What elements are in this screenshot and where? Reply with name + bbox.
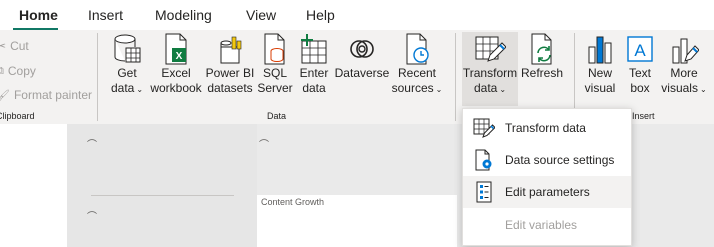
- text-box-label-1: Text: [628, 66, 651, 80]
- data-source-settings-icon: [473, 149, 495, 171]
- svg-text:X: X: [176, 51, 183, 62]
- text-box-button[interactable]: A Text box: [622, 32, 658, 108]
- new-visual-label-2: visual: [584, 81, 616, 95]
- menu-item-label: Transform data: [505, 121, 586, 135]
- tab-home[interactable]: Home: [19, 7, 58, 23]
- edit-parameters-icon: [473, 181, 495, 203]
- cut-button[interactable]: ✂ Cut: [0, 37, 29, 55]
- data-group-label: Data: [267, 111, 287, 121]
- clipboard-group-label: Clipboard: [0, 111, 35, 121]
- pbi-label-2: datasets: [207, 81, 253, 95]
- copy-icon: ⧉: [0, 65, 4, 78]
- copy-button[interactable]: ⧉ Copy: [0, 62, 36, 80]
- group-separator: [97, 33, 98, 121]
- panel-divider: [91, 195, 234, 196]
- power-bi-datasets-icon: [213, 32, 247, 66]
- get-data-button[interactable]: Get data ⌄: [108, 32, 146, 108]
- transform-data-button[interactable]: Transform data ⌄: [462, 32, 518, 106]
- dataverse-icon: [345, 32, 379, 66]
- transform-data-dropdown: Transform data Data source settings Edit…: [462, 108, 632, 246]
- pbi-label-1: Power BI: [205, 66, 255, 80]
- more-visuals-label-2: visuals: [661, 81, 698, 95]
- enter-data-button[interactable]: Enter data: [297, 32, 331, 108]
- get-data-label-2: data: [110, 81, 135, 95]
- chevron-down-icon: ⌄: [435, 85, 443, 94]
- menu-item-label: Edit parameters: [505, 185, 590, 199]
- loading-spinner-icon: ⌒: [87, 140, 97, 151]
- new-visual-label-1: New: [587, 66, 612, 80]
- sql-server-icon: [258, 32, 292, 66]
- loading-spinner-icon: ⌒: [259, 140, 269, 151]
- format-painter-button[interactable]: 🖌 Format painter: [0, 86, 92, 104]
- recent-sources-icon: [400, 32, 434, 66]
- tab-view[interactable]: View: [246, 7, 276, 23]
- new-visual-button[interactable]: New visual: [580, 32, 620, 108]
- cut-label: Cut: [10, 39, 29, 53]
- sql-server-button[interactable]: SQL Server: [257, 32, 293, 108]
- enter-data-icon: [297, 32, 331, 66]
- more-visuals-icon: [667, 32, 701, 66]
- tab-insert[interactable]: Insert: [88, 7, 123, 23]
- more-visuals-label-1: More: [670, 66, 698, 80]
- insert-group-label: Insert: [632, 111, 655, 121]
- menu-item-label: Data source settings: [505, 153, 615, 167]
- database-icon: [110, 32, 144, 66]
- loading-spinner-icon: ⌒: [87, 212, 97, 223]
- sql-label-2: Server: [257, 81, 293, 95]
- excel-icon: X: [159, 32, 193, 66]
- excel-workbook-button[interactable]: X Excel workbook: [148, 32, 204, 108]
- menu-item-transform-data[interactable]: Transform data: [463, 112, 631, 144]
- dataverse-button[interactable]: Dataverse: [333, 32, 391, 108]
- visual-title: Content Growth: [261, 197, 325, 207]
- recent-label-1: Recent: [397, 66, 437, 80]
- dataverse-label: Dataverse: [334, 66, 390, 80]
- transform-data-icon: [473, 32, 507, 66]
- tab-help[interactable]: Help: [306, 7, 335, 23]
- chevron-down-icon: ⌄: [136, 85, 144, 94]
- enter-label-2: data: [302, 81, 326, 95]
- refresh-icon: [525, 32, 559, 66]
- menu-item-label: Edit variables: [505, 218, 578, 232]
- enter-label-1: Enter: [299, 66, 329, 80]
- refresh-button[interactable]: Refresh: [520, 32, 564, 108]
- sql-label-1: SQL: [262, 66, 287, 80]
- recent-sources-button[interactable]: Recent sources ⌄: [391, 32, 443, 108]
- transform-label-2: data: [473, 81, 498, 95]
- new-visual-icon: [583, 32, 617, 66]
- excel-label-2: workbook: [150, 81, 202, 95]
- text-box-label-2: box: [630, 81, 650, 95]
- menu-item-edit-parameters[interactable]: Edit parameters: [463, 176, 631, 208]
- left-pane: [0, 124, 67, 247]
- format-painter-icon: 🖌: [0, 89, 10, 102]
- text-box-icon: A: [623, 32, 657, 66]
- menu-item-data-source-settings[interactable]: Data source settings: [463, 144, 631, 176]
- ribbon-tab-bar: Home Insert Modeling View Help: [0, 0, 714, 30]
- tab-modeling[interactable]: Modeling: [155, 7, 212, 23]
- get-data-label-1: Get: [117, 66, 137, 80]
- recent-label-2: sources: [391, 81, 434, 95]
- chevron-down-icon: ⌄: [699, 85, 707, 94]
- format-painter-label: Format painter: [13, 88, 92, 102]
- copy-label: Copy: [7, 64, 36, 78]
- menu-item-edit-variables[interactable]: Edit variables: [463, 209, 631, 241]
- transform-data-icon: [473, 117, 495, 139]
- more-visuals-button[interactable]: More visuals ⌄: [660, 32, 708, 108]
- group-separator: [455, 33, 456, 121]
- report-visual[interactable]: Content Growth: [257, 195, 457, 247]
- chevron-down-icon: ⌄: [499, 85, 507, 94]
- refresh-label: Refresh: [520, 66, 564, 80]
- cut-icon: ✂: [0, 39, 7, 53]
- svg-text:A: A: [634, 41, 646, 60]
- transform-label-1: Transform: [462, 66, 518, 80]
- excel-label-1: Excel: [161, 66, 191, 80]
- pages-panel: ⌒ ⌒: [67, 124, 257, 247]
- power-bi-datasets-button[interactable]: Power BI datasets: [205, 32, 255, 108]
